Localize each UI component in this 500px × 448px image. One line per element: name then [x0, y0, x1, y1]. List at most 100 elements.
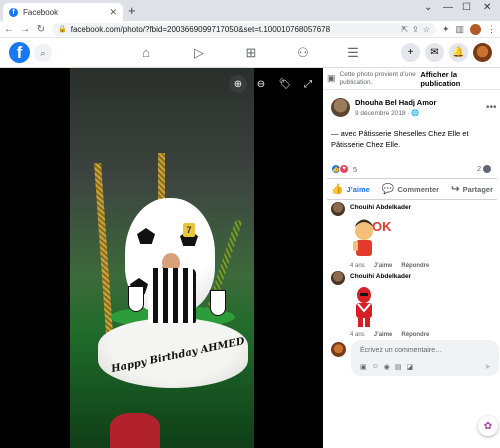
browser-tab[interactable]: f Facebook ✕ [3, 3, 123, 21]
tab-title: Facebook [23, 7, 59, 17]
comment-item: Chouihi Abdelkader OK! 4 ans J’aime Répo… [331, 202, 429, 269]
comment-button[interactable]: 💬 Commenter [382, 184, 439, 195]
menu-icon[interactable]: ☰ [343, 45, 363, 61]
commenter-name[interactable]: Chouihi Abdelkader [350, 204, 429, 211]
post-caption: — avec Pâtisserie Sheselles Chez Elle et… [331, 129, 469, 149]
reaction-summary[interactable]: 👍 ♥ 5 [331, 164, 357, 174]
post-panel: ▣ Cette photo provient d’une publication… [323, 68, 500, 448]
address-url[interactable]: facebook.com/photo/?fbid=200366909971705… [71, 25, 398, 34]
tag-icon[interactable]: 🏷 [276, 75, 294, 93]
gold-candle [94, 162, 113, 334]
juventus-shirt [148, 268, 196, 323]
maximize-button[interactable]: ☐ [462, 2, 471, 13]
like-button[interactable]: 👍 J’aime [331, 184, 370, 195]
comment-age[interactable]: 4 ans [350, 263, 365, 269]
reload-icon[interactable]: ↻ [36, 24, 46, 35]
photo-source-notice: ▣ Cette photo provient d’une publication… [323, 68, 500, 90]
notifications-bell-icon[interactable]: 🔔 [449, 43, 468, 62]
account-avatar[interactable] [473, 43, 492, 62]
commenter-name[interactable]: Chouihi Abdelkader [350, 273, 429, 280]
browser-toolbar: ← → ↻ 🔒 facebook.com/photo/?fbid=2003669… [0, 21, 500, 38]
back-arrow-icon[interactable]: ← [4, 24, 14, 35]
comment-like-link[interactable]: J’aime [374, 332, 393, 338]
zoom-in-icon[interactable]: ⊕ [229, 75, 247, 93]
search-icon[interactable]: ⌕ [34, 44, 52, 62]
extensions-puzzle-icon[interactable]: ✦ [442, 24, 450, 35]
address-bar[interactable]: 🔒 facebook.com/photo/?fbid=2003669099717… [52, 22, 436, 36]
zoom-out-icon[interactable]: ⊖ [252, 75, 270, 93]
comment-reply-link[interactable]: Répondre [401, 332, 429, 338]
comment-reply-link[interactable]: Répondre [401, 263, 429, 269]
comment-icon: 💬 [381, 183, 395, 195]
tab-close-icon[interactable]: ✕ [109, 7, 117, 18]
comment-meta: 4 ans J’aime Répondre [350, 263, 429, 269]
photo-icon: ▣ [327, 73, 336, 83]
like-label: J’aime [346, 184, 370, 194]
watch-icon[interactable]: ▷ [189, 45, 209, 61]
facebook-header: f ⌕ ⌂ ▷ ⊞ ⚇ ☰ + ✉ 🔔 [0, 38, 500, 68]
comment-input[interactable]: Écrivez un commentaire… ▣ ☺ ◉ ▤ ◪ ➤ [351, 340, 499, 376]
chrome-menu-icon[interactable]: ⋮ [487, 24, 496, 35]
commenter-avatar[interactable] [331, 202, 345, 216]
lock-icon[interactable]: 🔒 [58, 25, 67, 33]
comment-count-number[interactable]: 2 [477, 164, 481, 173]
post-date[interactable]: 9 décembre 2018 · 🌐 [355, 109, 436, 117]
love-reaction-icon: ♥ [339, 164, 349, 174]
create-plus-icon[interactable]: + [401, 43, 420, 62]
gif-icon[interactable]: ▤ [395, 363, 402, 371]
profile-avatar[interactable] [470, 23, 481, 35]
bookmark-star-icon[interactable]: ☆ [423, 25, 430, 34]
sticker-ok-text: OK! [372, 219, 392, 234]
home-icon[interactable]: ⌂ [136, 45, 156, 61]
close-window-button[interactable]: ✕ [483, 2, 491, 13]
share-icon[interactable]: ⇪ [412, 25, 419, 34]
side-panel-icon[interactable]: ▥ [455, 24, 464, 35]
more-options-icon[interactable]: ••• [486, 102, 497, 113]
minimize-button[interactable]: — [443, 2, 453, 13]
facebook-logo-icon[interactable]: f [9, 42, 30, 63]
comment-label: Commenter [397, 184, 440, 194]
marketplace-icon[interactable]: ⊞ [241, 45, 261, 61]
reaction-count[interactable]: 5 [353, 165, 357, 174]
my-avatar[interactable] [331, 342, 346, 357]
ok-sticker: OK! [350, 215, 396, 259]
comment-count[interactable]: 2 [477, 164, 492, 173]
messenger-icon[interactable]: ✉ [425, 43, 444, 62]
post-actions: 👍 J’aime 💬 Commenter ↪ Partager [327, 178, 497, 200]
post-date-text[interactable]: 9 décembre 2018 · [355, 110, 411, 117]
juventus-badge-left [128, 286, 144, 312]
comment-item: Chouihi Abdelkader 4 ans J’aime Répondre [331, 271, 429, 338]
install-icon[interactable]: ⇱ [401, 25, 408, 34]
notice-text: Cette photo provient d’une publication. [339, 70, 416, 86]
commenter-avatar[interactable] [331, 271, 345, 285]
power-ranger-sticker [350, 284, 392, 328]
comment-age[interactable]: 4 ans [350, 332, 365, 338]
share-arrow-icon: ↪ [451, 183, 460, 195]
share-button[interactable]: ↪ Partager [451, 184, 493, 195]
facebook-favicon-icon: f [9, 7, 18, 17]
new-tab-button[interactable]: + [128, 4, 136, 18]
comment-placeholder[interactable]: Écrivez un commentaire… [360, 347, 442, 354]
comment-composer: Écrivez un commentaire… ▣ ☺ ◉ ▤ ◪ ➤ [331, 340, 499, 376]
comment-like-link[interactable]: J’aime [374, 263, 393, 269]
comment-meta: 4 ans J’aime Répondre [350, 332, 429, 338]
camera-icon[interactable]: ◉ [384, 363, 390, 371]
avatar-sticker-icon[interactable]: ▣ [360, 363, 367, 371]
author-name[interactable]: Dhouha Bel Hadj Amor [355, 98, 436, 107]
floating-action-icon[interactable]: ✿ [478, 416, 498, 436]
view-post-link[interactable]: Afficher la publication [420, 70, 496, 88]
send-icon[interactable]: ➤ [484, 362, 491, 371]
audience-globe-icon: 🌐 [411, 110, 420, 117]
composer-tools: ▣ ☺ ◉ ▤ ◪ [360, 363, 413, 371]
emoji-icon[interactable]: ☺ [372, 363, 379, 371]
comment-bubble-icon [483, 164, 492, 173]
author-avatar[interactable] [331, 98, 350, 117]
groups-icon[interactable]: ⚇ [293, 45, 313, 61]
number-seven-topper: 7 [183, 223, 195, 237]
browser-tab-strip: f Facebook ✕ + ⌄ — ☐ ✕ [0, 0, 500, 21]
fullscreen-icon[interactable]: ⤢ [299, 75, 317, 93]
tab-search-icon[interactable]: ⌄ [424, 2, 432, 13]
juventus-badge-right [210, 290, 226, 316]
forward-arrow-icon[interactable]: → [20, 24, 30, 35]
sticker-icon[interactable]: ◪ [407, 363, 414, 371]
